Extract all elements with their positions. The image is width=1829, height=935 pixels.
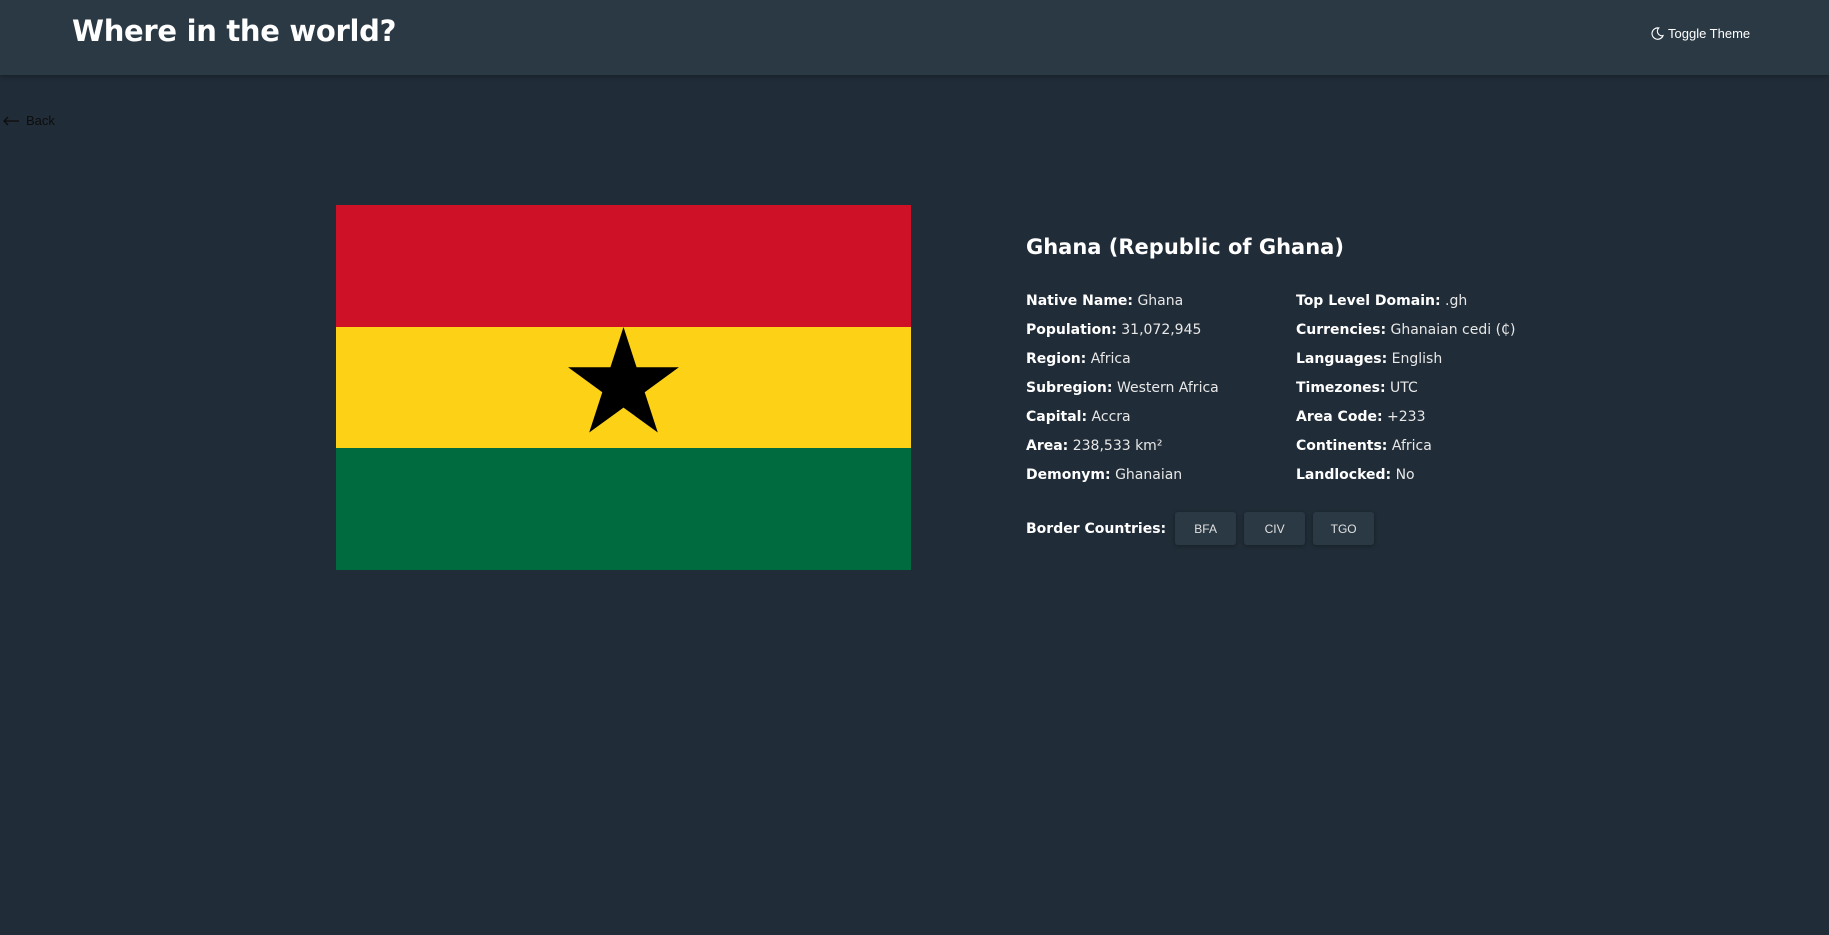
border-countries-label: Border Countries: [1026, 520, 1167, 537]
region-value: Africa [1090, 351, 1131, 367]
currencies-value: Ghanaian cedi (₵) [1390, 322, 1516, 338]
landlocked-row: Landlocked: No [1296, 461, 1515, 490]
native-name-row: Native Name: Ghana [1026, 287, 1219, 316]
top-level-domain-value: .gh [1445, 293, 1468, 309]
capital-row: Capital: Accra [1026, 403, 1219, 432]
native-name-label: Native Name: [1026, 293, 1133, 309]
timezones-label: Timezones: [1296, 380, 1386, 396]
info-column-right: Top Level Domain: .gh Currencies: Ghanai… [1296, 287, 1515, 490]
languages-label: Languages: [1296, 351, 1388, 367]
languages-value: English [1391, 351, 1443, 367]
back-label: Back [26, 113, 55, 128]
area-code-label: Area Code: [1296, 409, 1383, 425]
currencies-label: Currencies: [1296, 322, 1387, 338]
app-header: Where in the world? Toggle Theme [0, 0, 1829, 75]
toggle-theme-label: Toggle Theme [1668, 26, 1751, 41]
border-country-button[interactable]: TGO [1313, 512, 1375, 545]
area-row: Area: 238,533 km² [1026, 432, 1219, 461]
continents-label: Continents: [1296, 438, 1388, 454]
area-code-value: +233 [1387, 409, 1426, 425]
region-label: Region: [1026, 351, 1087, 367]
subregion-label: Subregion: [1026, 380, 1113, 396]
area-value: 238,533 km² [1072, 438, 1163, 454]
demonym-label: Demonym: [1026, 467, 1111, 483]
app-title: Where in the world? [72, 14, 397, 48]
subregion-row: Subregion: Western Africa [1026, 374, 1219, 403]
currencies-row: Currencies: Ghanaian cedi (₵) [1296, 316, 1515, 345]
flag-stripe-red [336, 205, 911, 327]
timezones-value: UTC [1390, 380, 1418, 396]
flag-stripe-green [336, 448, 911, 570]
country-details: Ghana (Republic of Ghana) Native Name: G… [1026, 235, 1626, 545]
area-label: Area: [1026, 438, 1069, 454]
top-level-domain-label: Top Level Domain: [1296, 293, 1441, 309]
population-row: Population: 31,072,945 [1026, 316, 1219, 345]
landlocked-label: Landlocked: [1296, 467, 1392, 483]
top-level-domain-row: Top Level Domain: .gh [1296, 287, 1515, 316]
subregion-value: Western Africa [1116, 380, 1219, 396]
arrow-left-icon [2, 115, 20, 127]
population-label: Population: [1026, 322, 1117, 338]
timezones-row: Timezones: UTC [1296, 374, 1515, 403]
continents-value: Africa [1391, 438, 1432, 454]
border-country-button[interactable]: BFA [1175, 512, 1237, 545]
area-code-row: Area Code: +233 [1296, 403, 1515, 432]
country-name: Ghana (Republic of Ghana) [1026, 235, 1344, 259]
toggle-theme-button[interactable]: Toggle Theme [1651, 26, 1750, 41]
landlocked-value: No [1395, 467, 1415, 483]
population-value: 31,072,945 [1121, 322, 1202, 338]
demonym-row: Demonym: Ghanaian [1026, 461, 1219, 490]
moon-icon [1651, 27, 1664, 40]
border-countries: Border Countries: BFA CIV TGO [1026, 512, 1382, 545]
info-columns: Native Name: Ghana Population: 31,072,94… [1026, 287, 1626, 487]
native-name-value: Ghana [1137, 293, 1184, 309]
country-flag [336, 205, 911, 570]
demonym-value: Ghanaian [1115, 467, 1183, 483]
languages-row: Languages: English [1296, 345, 1515, 374]
capital-value: Accra [1091, 409, 1131, 425]
continents-row: Continents: Africa [1296, 432, 1515, 461]
capital-label: Capital: [1026, 409, 1088, 425]
region-row: Region: Africa [1026, 345, 1219, 374]
info-column-left: Native Name: Ghana Population: 31,072,94… [1026, 287, 1219, 490]
border-country-button[interactable]: CIV [1244, 512, 1306, 545]
back-button[interactable]: Back [2, 113, 55, 128]
